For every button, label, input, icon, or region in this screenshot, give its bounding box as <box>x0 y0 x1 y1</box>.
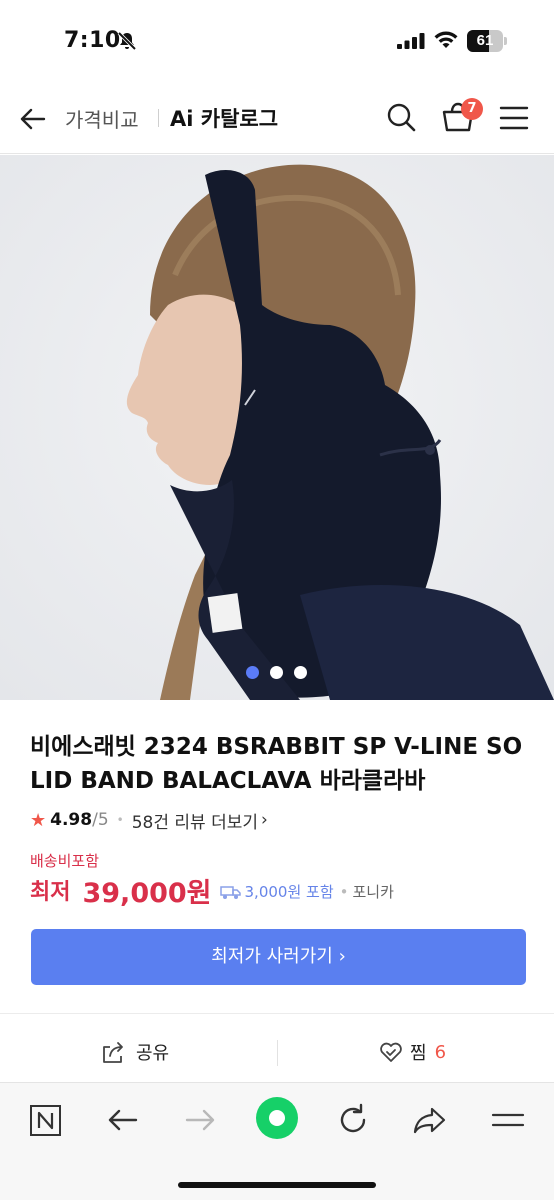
battery-indicator: 61 <box>467 30 507 52</box>
rating-row: ★ 4.98 /5 • 58건 리뷰 더보기 › <box>30 808 268 833</box>
battery-level: 61 <box>476 32 494 49</box>
menu-icon[interactable] <box>489 1101 527 1139</box>
home-indicator <box>178 1182 376 1188</box>
action-divider <box>277 1040 278 1066</box>
wishlist-label: 찜 <box>410 1043 427 1064</box>
separator-dot: • <box>116 813 124 827</box>
buy-lowest-price-button[interactable]: 최저가 사러가기 › <box>31 929 526 985</box>
cellular-signal-icon <box>397 33 425 49</box>
product-title: 비에스래빗 2324 BSRABBIT SP V-LINE SOLID BAND… <box>30 734 523 794</box>
naver-n-icon[interactable] <box>27 1101 65 1139</box>
status-bar: 7:10 61 <box>0 0 554 82</box>
back-arrow-icon[interactable] <box>104 1101 142 1139</box>
price-row: 최저 39,000원 3,000원 포함 • 포니카 <box>30 872 394 909</box>
green-home-icon[interactable] <box>254 1095 300 1141</box>
shipping-fee: 3,000원 포함 <box>244 883 334 901</box>
wifi-icon <box>434 31 458 48</box>
forward-arrow-icon[interactable] <box>181 1101 219 1139</box>
cart-count-badge: 7 <box>461 98 483 120</box>
carousel-dot[interactable] <box>246 666 259 679</box>
status-time: 7:10 <box>64 28 121 53</box>
back-arrow-icon[interactable] <box>18 104 48 134</box>
section-divider <box>0 1013 554 1014</box>
wishlist-button[interactable]: 찜 6 <box>378 1039 446 1065</box>
search-icon[interactable] <box>385 101 417 133</box>
hamburger-menu-icon[interactable] <box>499 104 529 132</box>
carousel-dot[interactable] <box>294 666 307 679</box>
lowest-price-label: 최저 <box>30 880 71 905</box>
share-icon <box>103 1042 123 1063</box>
chevron-right-icon[interactable]: › <box>261 810 268 830</box>
heart-check-icon <box>380 1042 402 1062</box>
breadcrumb-price-compare[interactable]: 가격비교 <box>65 104 139 133</box>
seller: • 포니카 <box>339 883 394 901</box>
share-label: 공유 <box>136 1043 170 1064</box>
shipping-fee-info: 3,000원 포함 <box>219 881 334 902</box>
seller-name: 포니카 <box>352 883 394 901</box>
page-title: Ai 카탈로그 <box>170 107 279 131</box>
rating-max: /5 <box>92 810 109 830</box>
delivery-truck-icon <box>219 885 241 899</box>
lowest-price: 39,000원 <box>82 877 212 909</box>
star-icon: ★ <box>30 809 47 831</box>
product-photo <box>0 155 554 700</box>
reload-icon[interactable] <box>334 1101 372 1139</box>
wishlist-count: 6 <box>434 1041 447 1063</box>
share-arrow-icon[interactable] <box>411 1101 449 1139</box>
silent-bell-icon <box>117 31 137 51</box>
action-bar: 공유 찜 6 <box>0 1025 554 1081</box>
shipping-included-note: 배송비포함 <box>30 852 100 870</box>
carousel-dot[interactable] <box>270 666 283 679</box>
share-button[interactable]: 공유 <box>100 1039 169 1065</box>
breadcrumb-divider <box>158 109 159 127</box>
reviews-link[interactable]: 58건 리뷰 더보기 <box>132 808 258 833</box>
product-image-carousel[interactable] <box>0 155 554 700</box>
rating-score: 4.98 <box>50 810 93 830</box>
top-navigation-bar: 가격비교 Ai 카탈로그 7 <box>0 82 554 154</box>
